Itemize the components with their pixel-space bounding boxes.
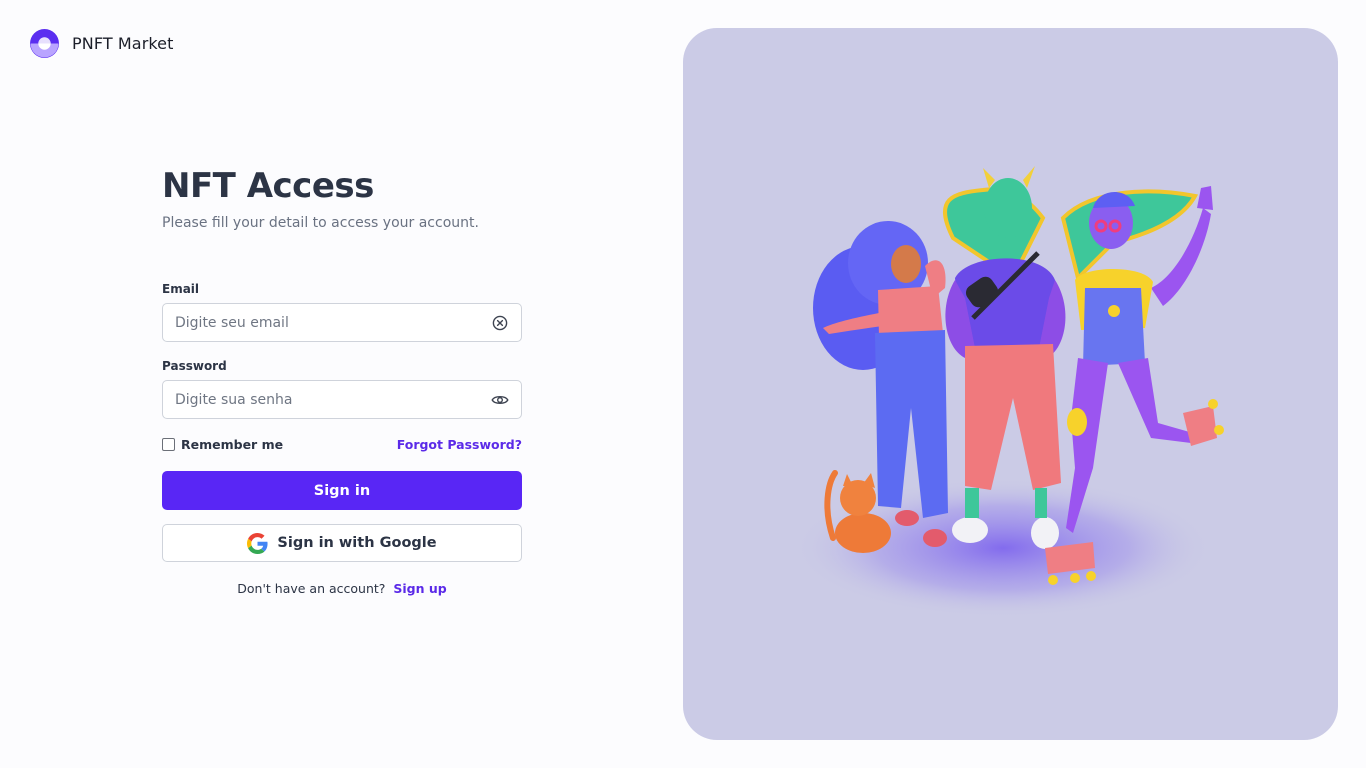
email-input[interactable]	[175, 304, 491, 341]
remember-checkbox[interactable]	[162, 437, 175, 451]
brand[interactable]: PNFT Market	[30, 29, 174, 58]
email-field	[162, 303, 522, 342]
eye-icon[interactable]	[491, 391, 509, 409]
sign-in-button[interactable]: Sign in	[162, 471, 522, 510]
ring-logo-icon	[30, 29, 59, 58]
password-input[interactable]	[175, 381, 491, 418]
password-label: Password	[162, 359, 227, 373]
password-field	[162, 380, 522, 419]
email-label: Email	[162, 282, 200, 296]
nft-characters-illustration	[793, 166, 1224, 618]
hero-panel	[683, 28, 1338, 740]
remember-row: Remember me Forgot Password?	[162, 436, 522, 452]
clear-circle-icon[interactable]	[491, 314, 509, 332]
sign-up-link[interactable]: Sign up	[393, 581, 446, 596]
login-form: NFT Access Please fill your detail to ac…	[162, 166, 522, 596]
page-subtitle: Please fill your detail to access your a…	[162, 215, 479, 231]
forgot-password-link[interactable]: Forgot Password?	[397, 437, 522, 452]
signup-row: Don't have an account? Sign up	[162, 581, 522, 596]
no-account-text: Don't have an account?	[237, 581, 386, 596]
brand-name: PNFT Market	[72, 34, 174, 53]
google-g-icon	[247, 532, 268, 554]
google-sign-in-button[interactable]: Sign in with Google	[162, 524, 522, 562]
page-title: NFT Access	[162, 166, 374, 206]
remember-me[interactable]: Remember me	[162, 437, 283, 452]
remember-label: Remember me	[181, 436, 284, 452]
google-sign-in-label: Sign in with Google	[277, 535, 437, 551]
